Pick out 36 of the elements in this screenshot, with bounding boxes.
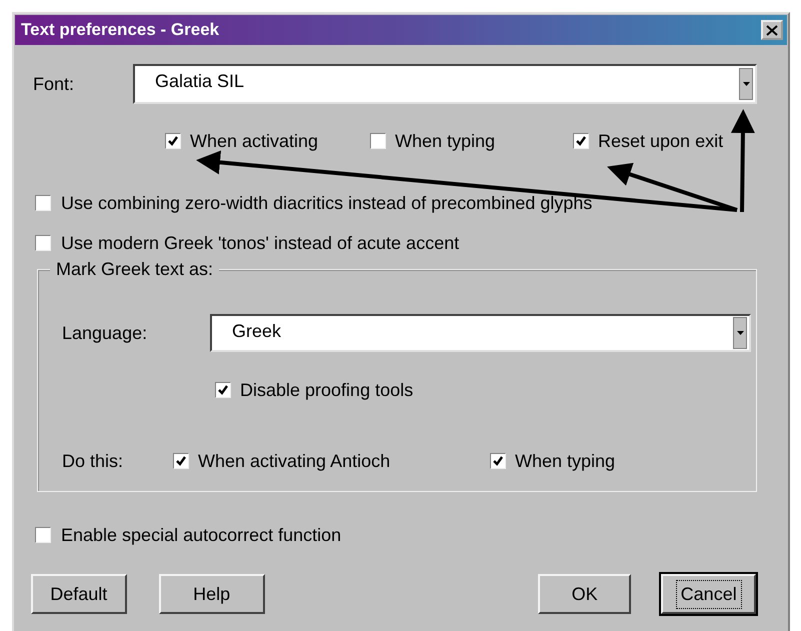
- dropdown-arrow-button[interactable]: [739, 68, 753, 100]
- field-label: Font:: [33, 74, 76, 94]
- checkbox[interactable]: [35, 235, 51, 251]
- checkbox[interactable]: [215, 382, 231, 398]
- checkbox-label: Use combining zero-width diacritics instead of precombined glyphs: [61, 192, 592, 214]
- checkbox[interactable]: [173, 453, 189, 469]
- close-icon: [766, 24, 778, 36]
- dropdown-arrow-button[interactable]: [733, 317, 747, 349]
- dialog-button[interactable]: Cancel: [661, 574, 756, 614]
- checkbox-label: When typing: [515, 450, 616, 472]
- dropdown-value: Greek: [231, 320, 282, 342]
- checkbox-label: When activating: [190, 130, 318, 152]
- dropdown-value: Galatia SIL: [154, 70, 246, 92]
- caret-icon: [742, 82, 750, 86]
- window-title: Text preferences - Greek: [21, 20, 220, 40]
- caret-icon: [736, 331, 744, 335]
- close-button[interactable]: [761, 20, 783, 40]
- dropdown[interactable]: Galatia SIL: [133, 64, 757, 104]
- dialog-button[interactable]: Help: [158, 574, 265, 614]
- checkbox-label: Use modern Greek 'tonos' instead of acute accent: [61, 232, 460, 254]
- dialog-button[interactable]: Default: [31, 574, 127, 614]
- checkbox[interactable]: [35, 527, 51, 543]
- field-label: Do this:: [62, 450, 124, 472]
- checkbox[interactable]: [165, 133, 181, 149]
- dropdown[interactable]: Greek: [210, 314, 751, 352]
- checkbox-label: When typing: [395, 130, 496, 152]
- dialog-button[interactable]: OK: [538, 574, 632, 614]
- checkbox[interactable]: [573, 133, 589, 149]
- checkbox-label: Reset upon exit: [598, 130, 724, 152]
- checkbox-label: Disable proofing tools: [240, 380, 414, 400]
- checkbox[interactable]: [490, 453, 506, 469]
- checkbox[interactable]: [35, 195, 51, 211]
- checkbox-label: Enable special autocorrect function: [61, 524, 342, 546]
- checkbox[interactable]: [370, 133, 386, 149]
- checkbox-label: When activating Antioch: [198, 450, 390, 472]
- field-label: Language:: [62, 322, 148, 344]
